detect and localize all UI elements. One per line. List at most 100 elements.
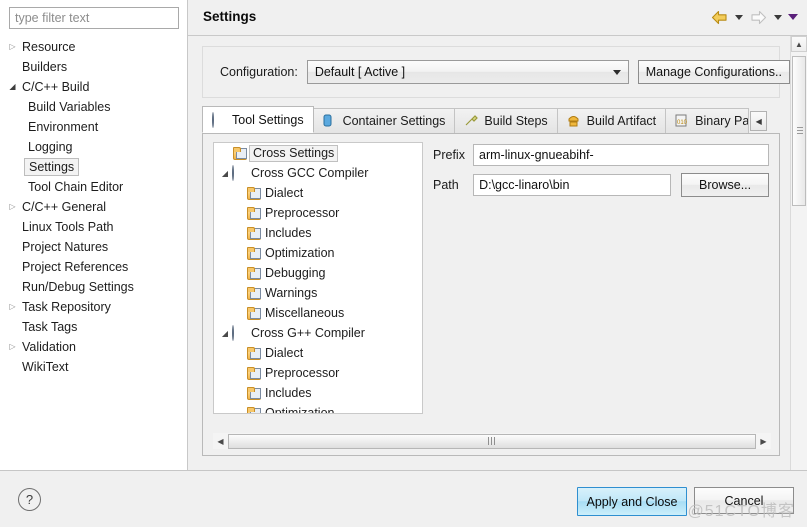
sidebar-item-label: Logging xyxy=(28,140,73,154)
container-icon xyxy=(323,114,338,128)
chevron-right-icon[interactable]: ▷ xyxy=(6,343,19,351)
sidebar-item-project-natures[interactable]: Project Natures xyxy=(0,237,187,257)
sidebar-item-label: Resource xyxy=(22,40,76,54)
forward-arrow-icon[interactable] xyxy=(747,7,769,27)
tool-tree-item-miscellaneous[interactable]: Miscellaneous xyxy=(214,303,422,323)
apply-and-close-label: Apply and Close xyxy=(586,494,678,509)
scroll-right-icon[interactable]: ▶ xyxy=(756,434,771,449)
chevron-down-icon[interactable]: ◢ xyxy=(6,83,19,91)
chevron-right-icon[interactable]: ▷ xyxy=(6,43,19,51)
sidebar-item-task-tags[interactable]: Task Tags xyxy=(0,317,187,337)
cross-settings-fields: Prefix Path Browse... xyxy=(433,144,770,204)
browse-label: Browse... xyxy=(699,178,752,192)
tool-tree-item-includes[interactable]: Includes xyxy=(214,223,422,243)
horizontal-scrollbar[interactable]: ◀ ▶ xyxy=(213,433,771,449)
tool-tree-item-warnings[interactable]: Warnings xyxy=(214,283,422,303)
browse-button[interactable]: Browse... xyxy=(681,173,770,197)
tab-label: Build Artifact xyxy=(586,114,657,128)
gear-icon xyxy=(232,165,247,181)
sidebar-item-tool-chain-editor[interactable]: Tool Chain Editor xyxy=(0,177,187,197)
tool-tree-item-label: Dialect xyxy=(265,346,304,360)
chevron-down-icon[interactable]: ◢ xyxy=(218,169,232,178)
help-icon[interactable]: ? xyxy=(18,488,41,511)
sidebar-item-environment[interactable]: Environment xyxy=(0,117,187,137)
sidebar-item-c-c-general[interactable]: ▷ C/C++ General xyxy=(0,197,187,217)
chevron-right-icon[interactable]: ▷ xyxy=(6,203,19,211)
tool-tree-item-cross-gcc-compiler[interactable]: ◢ Cross GCC Compiler xyxy=(214,163,422,183)
sidebar-item-task-repository[interactable]: ▷ Task Repository xyxy=(0,297,187,317)
chevron-right-icon[interactable]: ▷ xyxy=(6,303,19,311)
scroll-up-icon[interactable]: ▲ xyxy=(791,36,807,52)
cancel-button[interactable]: Cancel xyxy=(694,487,794,514)
tool-tree-item-includes[interactable]: Includes xyxy=(214,383,422,403)
path-input[interactable] xyxy=(473,174,672,196)
tool-tree-item-label: Includes xyxy=(265,386,312,400)
configuration-group: Configuration: Default [ Active ] Manage… xyxy=(202,46,790,98)
tool-tree-item-label: Preprocessor xyxy=(265,366,340,380)
tool-tree-item-label: Cross Settings xyxy=(249,144,339,162)
back-history-dropdown-icon[interactable] xyxy=(732,7,745,27)
tool-tree-item-dialect[interactable]: Dialect xyxy=(214,183,422,203)
sidebar-item-c-c-build[interactable]: ◢ C/C++ Build xyxy=(0,77,187,97)
tool-tree-item-preprocessor[interactable]: Preprocessor xyxy=(214,363,422,383)
tool-tree-item-label: Includes xyxy=(265,226,312,240)
tool-tree-item-cross-settings[interactable]: Cross Settings xyxy=(214,143,422,163)
vertical-scroll-thumb[interactable] xyxy=(792,56,806,206)
sidebar-item-build-variables[interactable]: Build Variables xyxy=(0,97,187,117)
tab-label: Build Steps xyxy=(484,114,548,128)
sidebar-item-label: C/C++ General xyxy=(22,200,107,214)
view-menu-icon[interactable] xyxy=(786,7,799,27)
sidebar-item-label: Task Repository xyxy=(22,300,111,314)
chevron-down-icon[interactable]: ◢ xyxy=(218,329,232,338)
folder-icon xyxy=(246,406,261,413)
tool-tree-item-cross-g-compiler[interactable]: ◢ Cross G++ Compiler xyxy=(214,323,422,343)
tool-tree[interactable]: Cross Settings ◢ Cross GCC Compiler Dialect… xyxy=(213,142,423,414)
svg-text:010: 010 xyxy=(677,120,687,126)
sidebar-item-validation[interactable]: ▷ Validation xyxy=(0,337,187,357)
path-label: Path xyxy=(433,178,459,192)
chevron-down-icon xyxy=(612,70,621,75)
binary-icon: 010 xyxy=(675,114,690,128)
sidebar-item-project-references[interactable]: Project References xyxy=(0,257,187,277)
folder-icon xyxy=(246,186,261,200)
sidebar-item-builders[interactable]: Builders xyxy=(0,57,187,77)
sidebar-item-settings[interactable]: Settings xyxy=(0,157,187,177)
tool-tree-item-preprocessor[interactable]: Preprocessor xyxy=(214,203,422,223)
tab-binary-parse[interactable]: 010 Binary Parse xyxy=(665,108,750,133)
sidebar-item-run-debug-settings[interactable]: Run/Debug Settings xyxy=(0,277,187,297)
forward-history-dropdown-icon[interactable] xyxy=(771,7,784,27)
sidebar-item-label: C/C++ Build xyxy=(22,80,90,94)
tool-tree-item-label: Warnings xyxy=(265,286,318,300)
tab-build-steps[interactable]: Build Steps xyxy=(454,108,558,133)
sidebar-item-linux-tools-path[interactable]: Linux Tools Path xyxy=(0,217,187,237)
dialog-footer: ? Apply and Close Cancel @51CTO博客 xyxy=(0,470,807,527)
tool-tree-item-optimization[interactable]: Optimization xyxy=(214,403,422,413)
horizontal-scroll-thumb[interactable] xyxy=(228,433,756,449)
tool-tree-item-label: Miscellaneous xyxy=(265,306,345,320)
tool-tree-item-optimization[interactable]: Optimization xyxy=(214,243,422,263)
tab-container-settings[interactable]: Container Settings xyxy=(312,108,456,133)
sidebar-item-label: Task Tags xyxy=(22,320,78,334)
configuration-select[interactable]: Default [ Active ] xyxy=(306,60,629,84)
tab-scroll-left-icon[interactable]: ◀ xyxy=(750,111,768,131)
gear-icon xyxy=(212,111,227,128)
horizontal-scroll-track[interactable] xyxy=(228,433,756,449)
prefix-input[interactable] xyxy=(473,144,769,166)
scroll-left-icon[interactable]: ◀ xyxy=(213,434,228,449)
prefix-label: Prefix xyxy=(433,148,465,162)
configuration-row: Configuration: Default [ Active ] Manage… xyxy=(220,60,790,84)
apply-and-close-button[interactable]: Apply and Close xyxy=(577,487,687,516)
sidebar-item-label: WikiText xyxy=(22,360,69,374)
back-arrow-icon[interactable] xyxy=(708,7,730,27)
tool-tree-item-dialect[interactable]: Dialect xyxy=(214,343,422,363)
sidebar-item-label: Validation xyxy=(22,340,76,354)
sidebar-item-logging[interactable]: Logging xyxy=(0,137,187,157)
tool-tree-item-debugging[interactable]: Debugging xyxy=(214,263,422,283)
filter-input[interactable] xyxy=(9,7,179,29)
vertical-scrollbar[interactable]: ▲ xyxy=(790,36,807,470)
manage-configurations-button[interactable]: Manage Configurations.. xyxy=(637,60,790,84)
sidebar-item-wikitext[interactable]: WikiText xyxy=(0,357,187,377)
tab-build-artifact[interactable]: Build Artifact xyxy=(556,108,667,133)
sidebar-item-resource[interactable]: ▷ Resource xyxy=(0,37,187,57)
tab-tool-settings[interactable]: Tool Settings xyxy=(202,106,314,133)
